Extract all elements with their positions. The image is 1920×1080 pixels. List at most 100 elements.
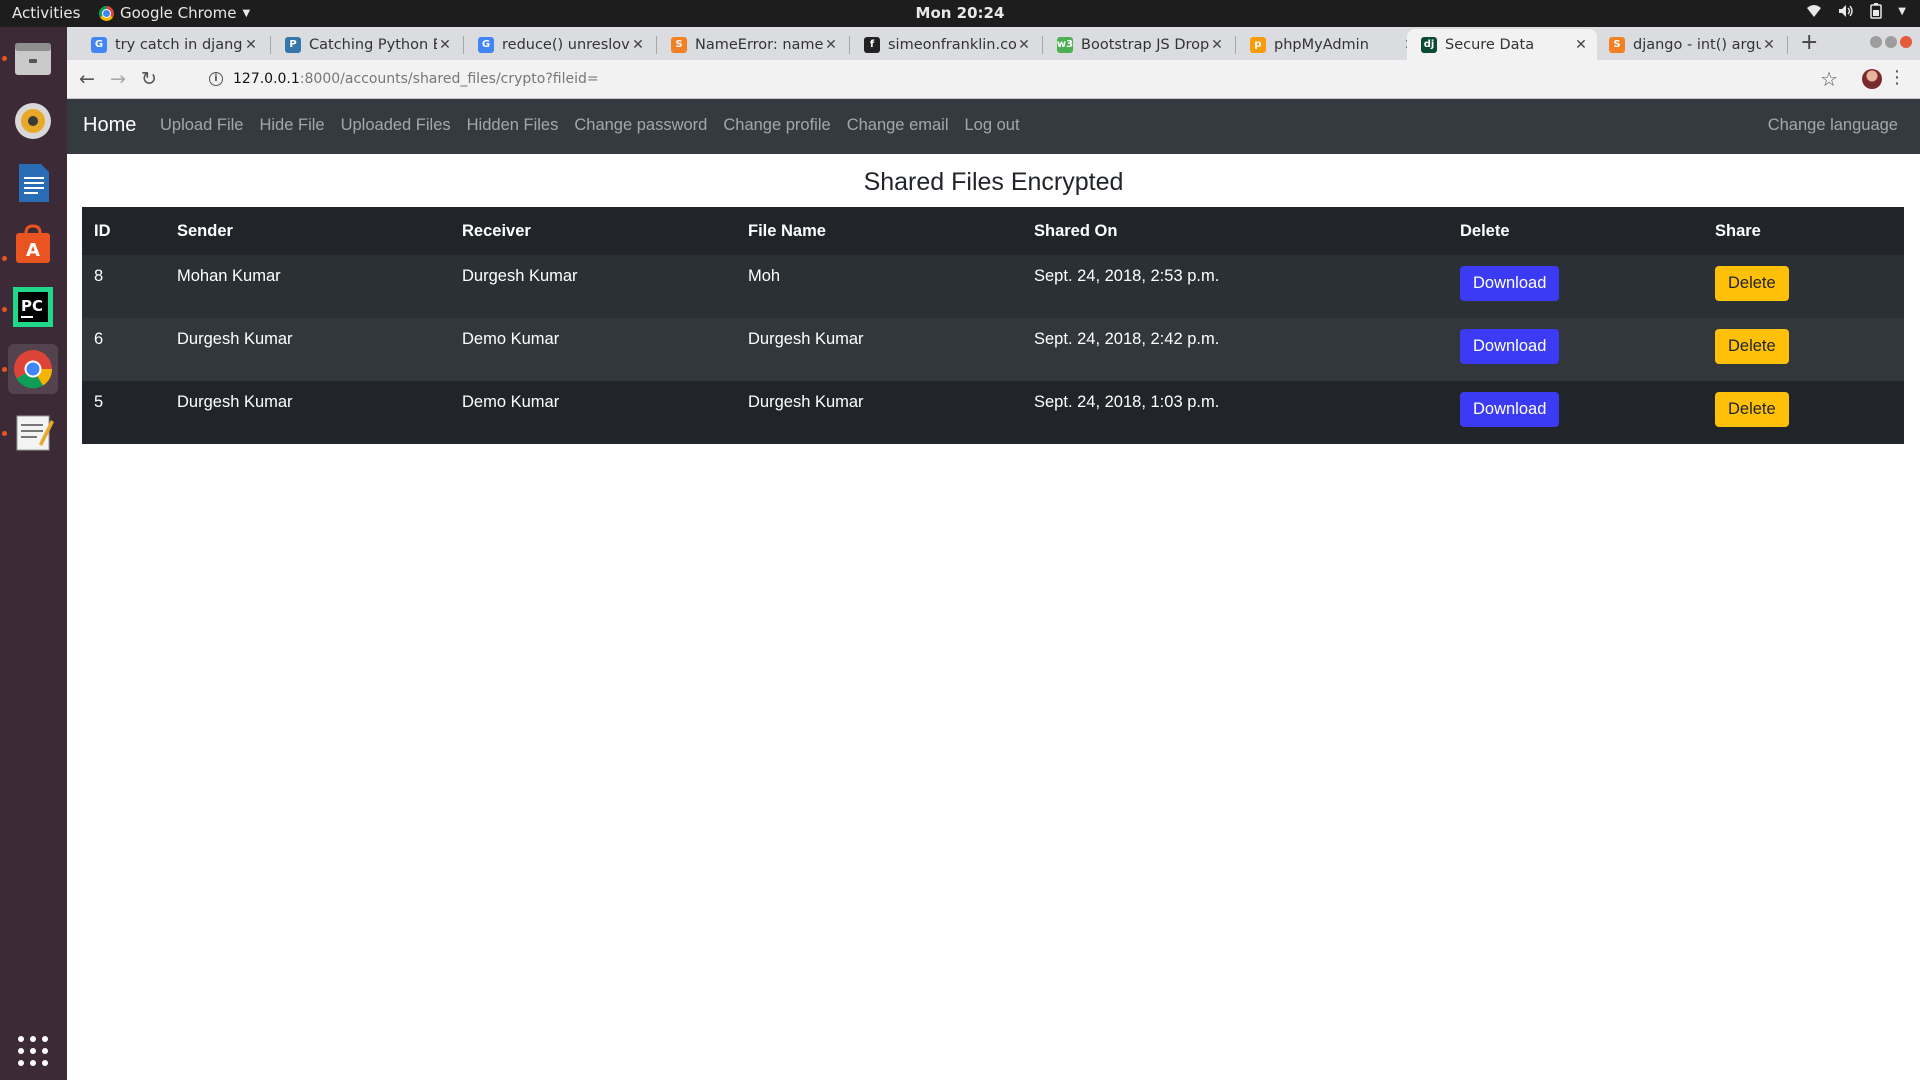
download-button[interactable]: Download — [1460, 329, 1560, 364]
phpmyadmin-icon: p — [1250, 36, 1266, 53]
download-button[interactable]: Download — [1460, 266, 1560, 301]
header-file-name: File Name — [748, 221, 826, 240]
wifi-icon — [1807, 5, 1822, 17]
clock[interactable]: Mon 20:24 — [0, 4, 1920, 22]
tab-title: django - int() argu — [1633, 36, 1761, 53]
volume-icon — [1839, 5, 1853, 17]
chrome-menu-icon[interactable]: ⋮ — [1888, 67, 1906, 88]
close-icon[interactable]: ✕ — [243, 37, 259, 53]
text-editor-app-icon[interactable] — [8, 407, 58, 457]
tab-simeonfranklin[interactable]: f simeonfranklin.co ✕ — [852, 29, 1040, 60]
tab-title: phpMyAdmin — [1274, 36, 1369, 53]
nav-change-profile[interactable]: Change profile — [723, 116, 830, 135]
tab-title: Catching Python E — [309, 36, 437, 53]
cell-sender: Durgesh Kumar — [177, 393, 293, 411]
delete-button[interactable]: Delete — [1715, 392, 1789, 427]
url-path: :8000/accounts/shared_files/crypto?filei… — [299, 71, 599, 87]
svg-text:A: A — [26, 240, 40, 261]
cell-sender: Durgesh Kumar — [177, 330, 293, 348]
cell-download: Download — [1448, 381, 1703, 444]
system-top-bar: Activities Google Chrome ▼ Mon 20:24 ▼ — [0, 0, 1920, 27]
system-tray[interactable]: ▼ — [1806, 3, 1906, 19]
browser-tab-strip: G try catch in django ✕ P Catching Pytho… — [67, 27, 1920, 60]
nav-change-language[interactable]: Change language — [1768, 116, 1898, 135]
tab-nameerror[interactable]: S NameError: name ✕ — [659, 29, 847, 60]
cell-delete: Delete — [1703, 381, 1904, 444]
header-delete: Delete — [1460, 221, 1510, 240]
cell-delete: Delete — [1703, 255, 1904, 318]
tray-caret-icon: ▼ — [1898, 5, 1906, 17]
nav-hide-file[interactable]: Hide File — [259, 116, 324, 135]
tab-title: NameError: name — [695, 36, 823, 53]
close-icon[interactable]: ✕ — [1761, 37, 1777, 53]
navbar-brand-home[interactable]: Home — [83, 114, 136, 137]
delete-button[interactable]: Delete — [1715, 329, 1789, 364]
cell-receiver: Demo Kumar — [462, 330, 560, 348]
close-window-button[interactable] — [1900, 36, 1912, 48]
profile-avatar[interactable] — [1862, 69, 1882, 89]
maximize-button[interactable] — [1885, 36, 1897, 48]
reload-icon[interactable]: ↻ — [141, 68, 157, 90]
files-app-icon[interactable] — [8, 34, 58, 84]
cell-sender: Mohan Kumar — [177, 267, 281, 285]
bookmark-star-icon[interactable]: ☆ — [1820, 67, 1838, 91]
page-title: Shared Files Encrypted — [863, 168, 1124, 196]
navbar-links: Upload File Hide File Uploaded Files Hid… — [160, 116, 1020, 135]
cell-shared-on: Sept. 24, 2018, 1:03 p.m. — [1034, 393, 1220, 411]
google-icon: G — [478, 36, 494, 53]
writer-app-icon[interactable] — [8, 158, 58, 208]
cell-shared-on: Sept. 24, 2018, 2:53 p.m. — [1034, 267, 1220, 285]
cell-file-name: Durgesh Kumar — [748, 393, 864, 411]
cell-id: 6 — [94, 330, 104, 348]
launcher-dock: A PC — [0, 27, 67, 1080]
cell-id: 5 — [94, 393, 104, 411]
pycharm-app-icon[interactable]: PC — [8, 282, 58, 332]
tab-try-catch[interactable]: G try catch in django ✕ — [79, 29, 267, 60]
site-info-icon[interactable]: i — [209, 72, 223, 86]
nav-uploaded-files[interactable]: Uploaded Files — [341, 116, 451, 135]
chrome-app-icon[interactable] — [8, 344, 58, 394]
close-icon[interactable]: ✕ — [823, 37, 839, 53]
tab-django-int[interactable]: S django - int() argu ✕ — [1597, 29, 1785, 60]
cell-receiver: Demo Kumar — [462, 393, 560, 411]
nav-upload-file[interactable]: Upload File — [160, 116, 243, 135]
close-icon[interactable]: ✕ — [1209, 37, 1225, 53]
address-bar[interactable]: i 127.0.0.1 :8000/accounts/shared_files/… — [209, 71, 599, 87]
browser-toolbar: ← → ↻ i 127.0.0.1 :8000/accounts/shared_… — [67, 60, 1920, 99]
tab-bootstrap-js[interactable]: w3 Bootstrap JS Drop ✕ — [1045, 29, 1233, 60]
software-center-icon[interactable]: A — [8, 220, 58, 270]
tab-phpmyadmin[interactable]: p phpMyAdmin ✕ — [1238, 29, 1426, 60]
tab-reduce[interactable]: G reduce() unreslove ✕ — [466, 29, 654, 60]
new-tab-button[interactable]: + — [1800, 30, 1818, 55]
cell-file-name: Durgesh Kumar — [748, 330, 864, 348]
download-button[interactable]: Download — [1460, 392, 1560, 427]
nav-hidden-files[interactable]: Hidden Files — [467, 116, 559, 135]
delete-button[interactable]: Delete — [1715, 266, 1789, 301]
header-shared-on: Shared On — [1034, 221, 1118, 240]
show-applications-icon[interactable] — [8, 1026, 58, 1076]
site-icon: f — [864, 36, 880, 53]
back-arrow-icon[interactable]: ← — [79, 68, 95, 90]
stackoverflow-icon: S — [671, 36, 687, 53]
w3schools-icon: w3 — [1057, 36, 1073, 53]
rhythmbox-app-icon[interactable] — [8, 96, 58, 146]
table-row: 6 Durgesh Kumar Demo Kumar Durgesh Kumar… — [82, 318, 1904, 381]
cell-id: 8 — [94, 267, 104, 285]
forward-arrow-icon[interactable]: → — [110, 68, 126, 90]
close-icon[interactable]: ✕ — [1016, 37, 1032, 53]
nav-change-password[interactable]: Change password — [574, 116, 707, 135]
page-content: Shared Files Encrypted ID Sender Receive… — [67, 154, 1920, 1080]
tab-catching-python[interactable]: P Catching Python E ✕ — [273, 29, 461, 60]
stackoverflow-icon: S — [1609, 36, 1625, 53]
minimize-button[interactable] — [1870, 36, 1882, 48]
battery-icon — [1870, 3, 1883, 19]
cell-download: Download — [1448, 255, 1703, 318]
table-row: 5 Durgesh Kumar Demo Kumar Durgesh Kumar… — [82, 381, 1904, 444]
close-icon[interactable]: ✕ — [1573, 37, 1589, 53]
nav-log-out[interactable]: Log out — [965, 116, 1020, 135]
tab-secure-data[interactable]: dj Secure Data ✕ — [1407, 29, 1597, 60]
close-icon[interactable]: ✕ — [437, 37, 453, 53]
django-icon: dj — [1421, 36, 1437, 53]
nav-change-email[interactable]: Change email — [847, 116, 949, 135]
close-icon[interactable]: ✕ — [630, 37, 646, 53]
